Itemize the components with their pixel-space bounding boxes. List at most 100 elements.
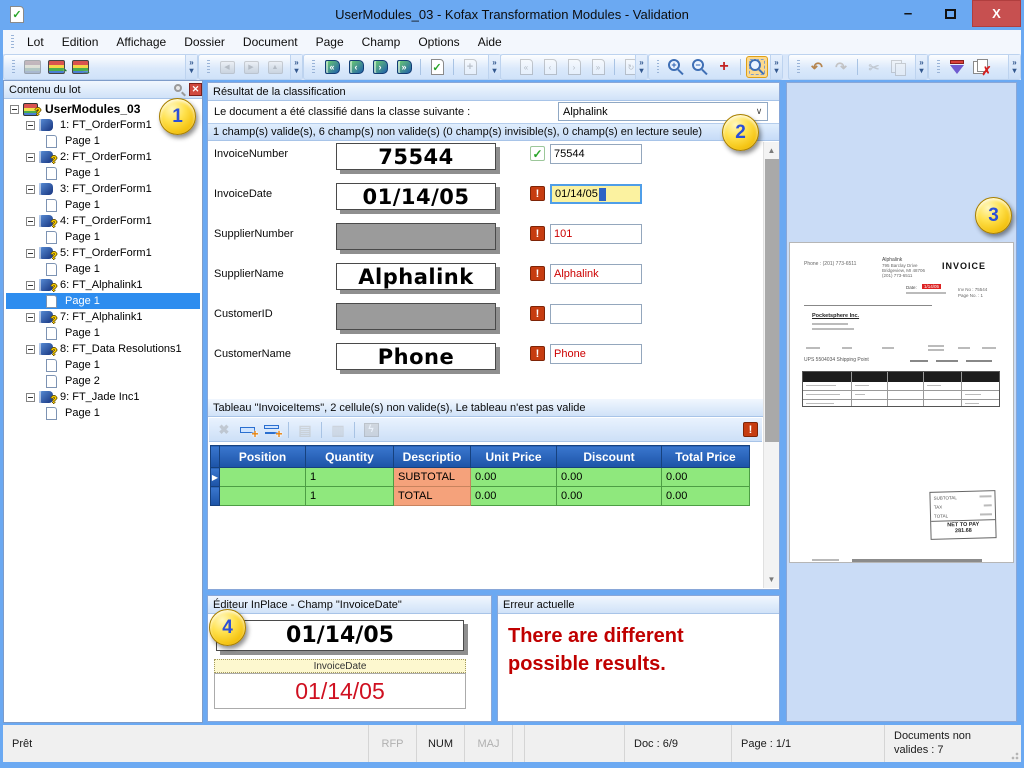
menu-item-options[interactable]: Options [409,31,468,53]
grid-cell[interactable] [220,468,306,487]
grid-cell[interactable]: SUBTOTAL [394,468,471,487]
previous-page-icon[interactable]: ‹ [539,56,561,78]
tree-document-8-ft-data-resolutions1[interactable]: 8: FT_Data Resolutions1 [6,341,200,357]
scroll-down-icon[interactable]: ▼ [764,572,779,587]
last-document-icon[interactable]: » [393,56,415,78]
first-page-icon[interactable]: « [515,56,537,78]
field-value-input[interactable]: 75544 [550,144,642,164]
panel-close-button[interactable]: ✕ [189,83,202,96]
insert-row-icon[interactable]: + [237,419,259,441]
grid-cell[interactable]: 0.00 [557,468,662,487]
tree-document-5-ft-orderform1[interactable]: 5: FT_OrderForm1 [6,245,200,261]
merge-rows-icon[interactable]: ▤ [294,419,316,441]
previous-document-icon[interactable]: ‹ [345,56,367,78]
fit-page-icon[interactable]: + [713,56,735,78]
tree-document-7-ft-alphalink1[interactable]: 7: FT_Alphalink1 [6,309,200,325]
batch-timeout-icon[interactable]: ◔ [45,56,67,78]
tree-page-6-1[interactable]: Page 1 [6,293,200,309]
tree-page-3-1[interactable]: Page 1 [6,197,200,213]
menu-item-lot[interactable]: Lot [18,31,53,53]
cut-icon[interactable]: ✂ [863,56,885,78]
toolbar-overflow-chevron[interactable]: »▾ [488,55,500,79]
tree-collapse-icon[interactable] [26,345,35,354]
menu-item-dossier[interactable]: Dossier [175,31,234,53]
next-folder-icon[interactable]: ▲ [264,56,286,78]
scrollbar-thumb[interactable] [765,159,779,442]
tree-document-3-ft-orderform1[interactable]: 3: FT_OrderForm1 [6,181,200,197]
tree-document-2-ft-orderform1[interactable]: 2: FT_OrderForm1 [6,149,200,165]
open-batch-icon[interactable] [21,56,43,78]
pin-icon[interactable] [173,83,186,96]
field-value-input[interactable]: 101 [550,224,642,244]
copy-icon[interactable] [887,56,909,78]
menu-item-champ[interactable]: Champ [353,31,410,53]
grid-cell[interactable]: TOTAL [394,487,471,506]
toolbar-overflow-chevron[interactable]: »▾ [915,55,927,79]
validate-document-icon[interactable]: ✓ [426,56,448,78]
tree-page-8-1[interactable]: Page 1 [6,357,200,373]
add-row-icon[interactable]: + [261,419,283,441]
new-document-icon[interactable]: + [459,56,481,78]
toolbar-overflow-chevron[interactable]: »▾ [185,55,197,79]
grid-cell[interactable]: 0.00 [662,468,750,487]
tree-document-4-ft-orderform1[interactable]: 4: FT_OrderForm1 [6,213,200,229]
minimize-button[interactable]: – [888,0,928,27]
tree-collapse-icon[interactable] [26,185,35,194]
tree-document-6-ft-alphalink1[interactable]: 6: FT_Alphalink1 [6,277,200,293]
next-document-icon[interactable]: › [369,56,391,78]
menu-item-edition[interactable]: Edition [53,31,108,53]
field-value-input[interactable]: 01/14/05 [550,184,642,204]
tree-page-8-2[interactable]: Page 2 [6,373,200,389]
tree-collapse-icon[interactable] [26,281,35,290]
auto-fill-icon[interactable]: ϟ [360,419,382,441]
last-page-icon[interactable]: » [587,56,609,78]
maximize-button[interactable] [930,0,970,27]
zoom-out-icon[interactable]: − [689,56,711,78]
tree-collapse-icon[interactable] [26,217,35,226]
grid-cell[interactable]: 0.00 [471,468,557,487]
undo-icon[interactable]: ↶ [806,56,828,78]
vertical-scrollbar[interactable]: ▲ ▼ [763,142,779,588]
tree-page-1-1[interactable]: Page 1 [6,133,200,149]
inplace-editor-input[interactable]: 01/14/05 [214,673,466,709]
tree-document-9-ft-jade-inc1[interactable]: 9: FT_Jade Inc1 [6,389,200,405]
document-page-image[interactable]: Phone : (201) 773-6511 Alphalink 795 Bar… [790,243,1013,562]
grid-cell[interactable]: 0.00 [662,487,750,506]
first-folder-icon[interactable]: ◀ [216,56,238,78]
toolbar-overflow-chevron[interactable]: »▾ [770,55,782,79]
toolbar-overflow-chevron[interactable]: »▾ [635,55,647,79]
grid-cell[interactable]: 1 [306,468,394,487]
grid-cell[interactable]: 0.00 [557,487,662,506]
next-page-icon[interactable]: › [563,56,585,78]
grid-cell[interactable]: 0.00 [471,487,557,506]
tree-collapse-icon[interactable] [26,393,35,402]
menu-item-affichage[interactable]: Affichage [107,31,175,53]
toolbar-overflow-chevron[interactable]: »▾ [290,55,302,79]
close-batch-icon[interactable]: → [69,56,91,78]
tree-page-5-1[interactable]: Page 1 [6,261,200,277]
toolbar-overflow-chevron[interactable]: »▾ [1008,55,1020,79]
zoom-in-icon[interactable]: + [665,56,687,78]
validate-field-icon[interactable] [946,56,968,78]
tree-page-7-1[interactable]: Page 1 [6,325,200,341]
field-value-input[interactable]: Phone [550,344,642,364]
redo-icon[interactable]: ↷ [830,56,852,78]
tree-page-9-1[interactable]: Page 1 [6,405,200,421]
field-value-input[interactable]: Alphalink [550,264,642,284]
resize-grip[interactable] [1009,750,1019,760]
tree-collapse-icon[interactable] [26,121,35,130]
tree-collapse-icon[interactable] [26,249,35,258]
magnifier-tool-icon[interactable] [746,56,768,78]
split-columns-icon[interactable]: ▥ [327,419,349,441]
previous-folder-icon[interactable]: ▶ [240,56,262,78]
row-marker[interactable] [211,487,220,506]
scroll-up-icon[interactable]: ▲ [764,143,779,158]
close-button[interactable]: X [972,0,1021,27]
row-marker-current[interactable]: ▶ [211,468,220,487]
tree-collapse-icon[interactable] [26,313,35,322]
first-document-icon[interactable]: « [321,56,343,78]
menu-item-aide[interactable]: Aide [469,31,511,53]
tree-collapse-icon[interactable] [10,105,19,114]
grid-cell[interactable] [220,487,306,506]
reject-document-icon[interactable]: ✗ [970,56,992,78]
